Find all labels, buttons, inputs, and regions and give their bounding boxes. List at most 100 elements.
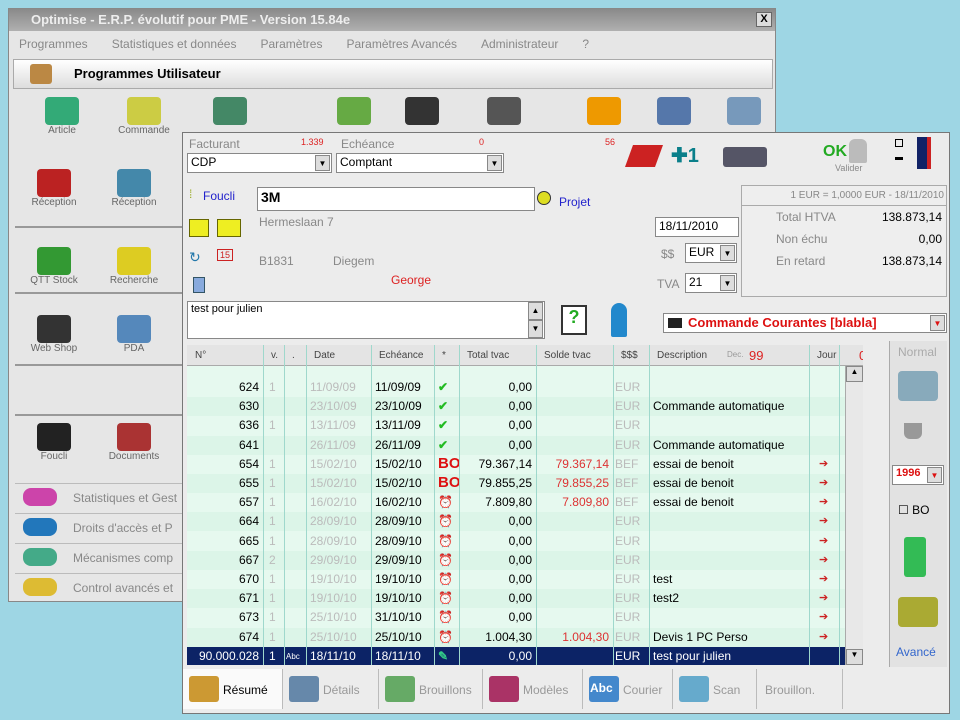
launcher-button[interactable] — [195, 97, 265, 125]
date-field[interactable]: 18/11/2010 — [655, 217, 739, 237]
search-folder-icon[interactable] — [904, 537, 926, 577]
document-arrow-icon[interactable]: ➔ — [819, 534, 828, 547]
table-row[interactable]: 624 1 11/09/09 11/09/09 ✔ 0,00 EUR — [187, 378, 863, 397]
launcher-button[interactable] — [639, 97, 709, 125]
launcher-button[interactable]: PDA — [99, 315, 169, 354]
column-header[interactable]: Echéance — [379, 350, 423, 361]
doc-type-select[interactable]: Commande Courantes [blabla] ▼ — [663, 313, 947, 333]
help-icon[interactable]: ? — [561, 305, 587, 335]
launcher-button[interactable]: Article — [27, 97, 97, 136]
column-header[interactable]: Total tvac — [467, 350, 509, 361]
close-button[interactable]: X — [756, 12, 772, 27]
client-field[interactable]: 3M — [257, 187, 535, 211]
exit-door-icon[interactable] — [917, 137, 931, 169]
document-arrow-icon[interactable]: ➔ — [819, 630, 828, 643]
currency-select[interactable]: EUR ▼ — [685, 243, 737, 263]
column-header[interactable]: * — [442, 350, 446, 361]
scroll-up-icon[interactable]: ▲ — [528, 302, 543, 320]
printer-icon[interactable] — [723, 147, 767, 167]
menu-item[interactable]: Paramètres Avancés — [346, 37, 457, 51]
user-info-icon[interactable] — [611, 303, 627, 337]
document-arrow-icon[interactable]: ➔ — [819, 610, 828, 623]
table-row[interactable]: 667 2 29/09/10 29/09/10 ⏰ 0,00 EUR ➔ — [187, 550, 863, 570]
launcher-button[interactable]: Commande — [109, 97, 179, 136]
table-row[interactable]: 641 26/11/09 26/11/09 ✔ 0,00 EUR Commande auto… — [187, 435, 863, 455]
column-header[interactable]: . — [292, 350, 295, 361]
basket-transfer-icon[interactable] — [898, 597, 938, 627]
scroll-up-icon[interactable]: ▲ — [846, 366, 863, 382]
tva-select[interactable]: 21 ▼ — [685, 273, 737, 293]
document-arrow-icon[interactable]: ➔ — [819, 457, 828, 470]
menu-item[interactable]: Paramètres — [260, 37, 322, 51]
table-row[interactable]: 654 1 15/02/10 15/02/10 BO 79.367,14 79.367,14… — [187, 455, 863, 474]
document-arrow-icon[interactable]: ➔ — [819, 514, 828, 527]
document-arrow-icon[interactable]: ➔ — [819, 572, 828, 585]
maximize-icon[interactable] — [895, 139, 903, 147]
document-arrow-icon[interactable]: ➔ — [819, 495, 828, 508]
menu-item[interactable]: Statistiques et données — [112, 37, 237, 51]
tab-scan[interactable]: Scan — [673, 669, 757, 709]
menu-item[interactable]: Administrateur — [481, 37, 558, 51]
folders-icon[interactable] — [217, 219, 241, 237]
transfer-icon[interactable] — [898, 371, 938, 401]
launcher-button[interactable] — [569, 97, 639, 125]
echeance-select[interactable]: Comptant ▼ — [336, 153, 504, 173]
tab-brouillons[interactable]: Brouillons — [379, 669, 483, 709]
tab-brouillon[interactable]: Brouillon. — [757, 669, 843, 709]
document-arrow-icon[interactable]: ➔ — [819, 553, 828, 566]
table-row[interactable]: 670 1 19/10/10 19/10/10 ⏰ 0,00 EUR test ➔ — [187, 570, 863, 589]
column-header[interactable]: Description — [657, 350, 707, 361]
table-row[interactable]: 673 1 25/10/10 31/10/10 ⏰ 0,00 EUR ➔ — [187, 608, 863, 627]
launcher-button[interactable]: QTT Stock — [19, 247, 89, 286]
bo-checkbox[interactable]: ☐ BO — [898, 503, 929, 517]
lock-icon[interactable] — [849, 139, 867, 163]
scroll-down-icon[interactable]: ▼ — [846, 649, 863, 665]
document-arrow-icon[interactable]: ➔ — [819, 591, 828, 604]
column-header[interactable]: Jour — [817, 350, 836, 361]
table-row[interactable]: 90.000.028 1 Abc 18/11/10 18/11/10 ✎ 0,00 EUR te… — [187, 646, 863, 665]
column-header[interactable]: $$$ — [621, 350, 638, 361]
menu-item[interactable]: ? — [582, 37, 589, 51]
trash-icon[interactable] — [904, 423, 922, 439]
launcher-button[interactable] — [387, 97, 457, 125]
column-header[interactable]: v. — [271, 350, 278, 361]
table-row[interactable]: 636 1 13/11/09 13/11/09 ✔ 0,00 EUR — [187, 416, 863, 435]
table-row[interactable]: 671 1 19/10/10 19/10/10 ⏰ 0,00 EUR test2 ➔ — [187, 589, 863, 609]
table-row[interactable]: 664 1 28/09/10 28/09/10 ⏰ 0,00 EUR ➔ — [187, 512, 863, 532]
scroll-down-icon[interactable]: ▼ — [528, 320, 543, 338]
launcher-button[interactable]: Réception — [99, 169, 169, 208]
column-header[interactable]: N° — [195, 350, 206, 361]
launcher-button[interactable]: Recherche — [99, 247, 169, 286]
launcher-button[interactable]: Documents — [99, 423, 169, 462]
foucli-link[interactable]: Foucli — [203, 189, 235, 203]
ok-button[interactable]: OK — [823, 143, 847, 161]
table-row[interactable]: 655 1 15/02/10 15/02/10 BO 79.855,25 79.855,25… — [187, 474, 863, 493]
table-row[interactable]: 630 23/10/09 23/10/09 ✔ 0,00 EUR Commande auto… — [187, 397, 863, 417]
launcher-button[interactable]: Web Shop — [19, 315, 89, 354]
launcher-button[interactable]: Foucli — [19, 423, 89, 462]
launcher-button[interactable] — [469, 97, 539, 125]
table-row[interactable]: 657 1 16/02/10 16/02/10 ⏰ 7.809,80 7.809,80 BEF… — [187, 493, 863, 512]
scrollbar[interactable]: ▲ ▼ — [845, 366, 863, 665]
refresh-icon[interactable]: ↻ — [189, 249, 201, 266]
calendar-icon[interactable]: 15 — [217, 249, 234, 261]
column-header[interactable]: Solde tvac — [544, 350, 591, 361]
knife-icon[interactable] — [624, 145, 664, 167]
tab-modles[interactable]: Modèles — [483, 669, 583, 709]
advanced-link[interactable]: Avancé — [896, 645, 936, 659]
add-one-icon[interactable]: ✚1 — [671, 143, 699, 168]
launcher-button[interactable] — [709, 97, 779, 125]
launcher-button[interactable] — [319, 97, 389, 125]
facturant-select[interactable]: CDP ▼ — [187, 153, 332, 173]
menu-item[interactable]: Programmes — [19, 37, 88, 51]
folder-icon[interactable] — [189, 219, 209, 237]
note-textarea[interactable]: test pour julien ▲ ▼ — [187, 301, 545, 339]
table-row[interactable]: 665 1 28/09/10 28/09/10 ⏰ 0,00 EUR ➔ — [187, 532, 863, 551]
column-header[interactable]: Date — [314, 350, 335, 361]
launcher-button[interactable]: Réception — [19, 169, 89, 208]
minimize-icon[interactable] — [895, 157, 903, 160]
document-arrow-icon[interactable]: ➔ — [819, 476, 828, 489]
projet-link[interactable]: Projet — [559, 195, 590, 209]
tab-courier[interactable]: Abc Courier — [583, 669, 673, 709]
year-select[interactable]: 1996 ▼ — [892, 465, 944, 485]
